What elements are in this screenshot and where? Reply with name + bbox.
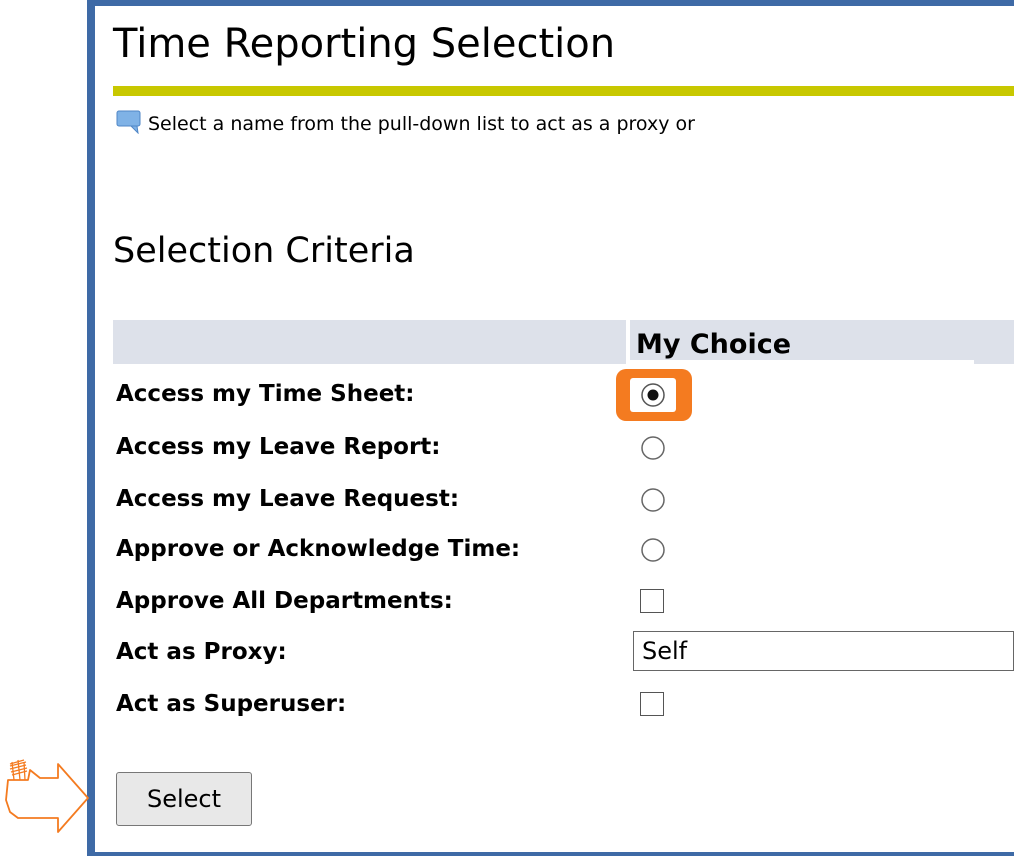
select-button[interactable]: Select [116,772,252,826]
radio-access-leave-request[interactable] [640,487,666,513]
label-access-leave-report: Access my Leave Report: [116,434,441,460]
page-title: Time Reporting Selection [113,21,616,67]
column-header-my-choice: My Choice [636,329,792,360]
info-message: Select a name from the pull-down list to… [116,110,695,138]
info-text: Select a name from the pull-down list to… [148,113,695,135]
label-access-leave-request: Access my Leave Request: [116,486,460,512]
radio-approve-acknowledge-time[interactable] [640,537,666,563]
pointing-hand-icon [5,759,89,833]
checkbox-act-as-superuser[interactable] [640,692,664,716]
table-header-divider [626,320,630,364]
table-header-underline [628,360,974,368]
label-approve-all-departments: Approve All Departments: [116,588,453,614]
label-approve-acknowledge-time: Approve or Acknowledge Time: [116,536,521,562]
page-frame-top [87,0,1014,6]
radio-access-leave-report[interactable] [640,435,666,461]
label-act-as-superuser: Act as Superuser: [116,691,347,717]
speech-bubble-icon [116,110,141,134]
section-title: Selection Criteria [113,231,415,271]
title-underline [113,86,1014,96]
page-frame-bottom [95,852,1014,856]
label-act-as-proxy: Act as Proxy: [116,639,287,665]
page-frame-left [87,0,95,856]
label-access-time-sheet: Access my Time Sheet: [116,381,415,407]
radio-access-time-sheet[interactable] [640,382,666,408]
proxy-select[interactable]: Self [633,631,1014,671]
table-header [113,320,1014,364]
checkbox-approve-all-departments[interactable] [640,589,664,613]
